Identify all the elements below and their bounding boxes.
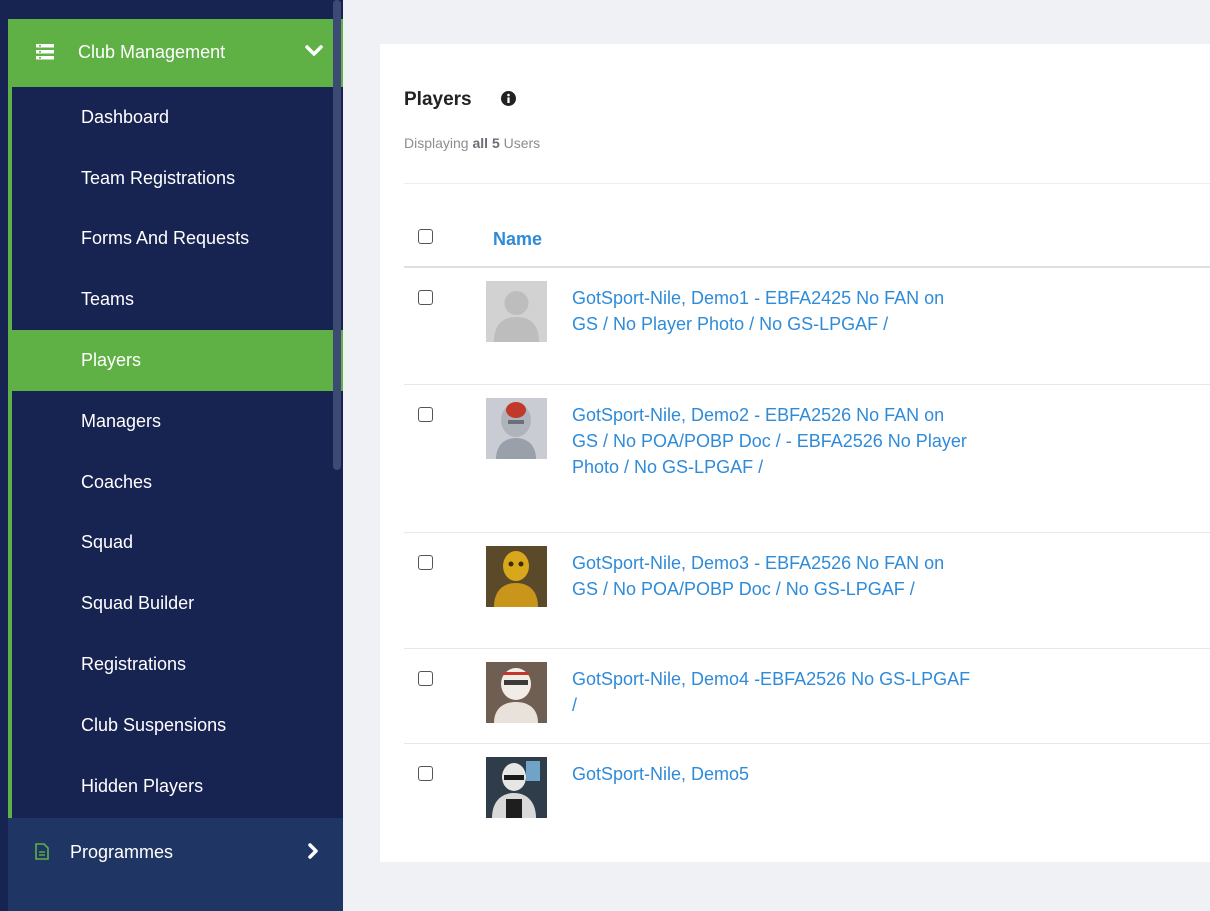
avatar — [486, 398, 547, 459]
sidebar-item-label: Squad Builder — [81, 593, 195, 614]
sidebar-item-label: Coaches — [81, 471, 153, 492]
players-card: Players Displaying all 5 Users Name GotS… — [380, 44, 1210, 862]
page-title: Players — [404, 89, 472, 110]
player-name-link[interactable]: GotSport-Nile, Demo2 - EBFA2526 No FAN o… — [572, 402, 972, 480]
sidebar: Club Management Dashboard Team Registrat… — [0, 0, 343, 911]
sidebar-item-registrations[interactable]: Registrations — [12, 634, 343, 695]
divider — [404, 183, 1210, 184]
sidebar-item-label: Teams — [81, 289, 135, 310]
list-icon — [36, 44, 54, 60]
displaying-suffix: Users — [499, 135, 541, 151]
displaying-count: Displaying all 5 Users — [404, 135, 540, 151]
table-row: GotSport-Nile, Demo3 - EBFA2526 No FAN o… — [404, 533, 1210, 649]
sidebar-item-label: Squad — [81, 532, 134, 553]
row-checkbox[interactable] — [418, 766, 433, 781]
sidebar-item-label: Team Registrations — [81, 167, 236, 188]
player-name-link[interactable]: GotSport-Nile, Demo3 - EBFA2526 No FAN o… — [572, 550, 972, 602]
displaying-prefix: Displaying — [404, 135, 473, 151]
sidebar-item-squad-builder[interactable]: Squad Builder — [12, 573, 343, 634]
table-row: GotSport-Nile, Demo5 — [404, 744, 1210, 842]
sidebar-item-club-suspensions[interactable]: Club Suspensions — [12, 695, 343, 756]
table-row: GotSport-Nile, Demo1 - EBFA2425 No FAN o… — [404, 268, 1210, 385]
programmes-label: Programmes — [70, 842, 174, 862]
row-checkbox[interactable] — [418, 407, 433, 422]
document-icon — [35, 843, 49, 860]
avatar — [486, 546, 547, 607]
table-row: GotSport-Nile, Demo4 -EBFA2526 No GS-LPG… — [404, 649, 1210, 744]
row-checkbox[interactable] — [418, 671, 433, 686]
sidebar-item-squad[interactable]: Squad — [12, 513, 343, 574]
avatar — [486, 281, 547, 342]
club-management-header[interactable]: Club Management — [8, 19, 343, 87]
sidebar-scrollbar[interactable] — [333, 0, 341, 470]
sidebar-item-label: Hidden Players — [81, 775, 204, 796]
sidebar-item-team-registrations[interactable]: Team Registrations — [12, 148, 343, 209]
sidebar-item-label: Players — [81, 350, 142, 371]
sidebar-item-teams[interactable]: Teams — [12, 269, 343, 330]
sidebar-item-coaches[interactable]: Coaches — [12, 452, 343, 513]
player-name-link[interactable]: GotSport-Nile, Demo4 -EBFA2526 No GS-LPG… — [572, 666, 972, 718]
sidebar-item-label: Forms And Requests — [81, 228, 250, 249]
player-name-link[interactable]: GotSport-Nile, Demo5 — [572, 761, 972, 787]
table-row: GotSport-Nile, Demo2 - EBFA2526 No FAN o… — [404, 385, 1210, 533]
sidebar-item-label: Club Suspensions — [81, 714, 227, 735]
sidebar-item-label: Managers — [81, 410, 162, 431]
sidebar-item-label: Registrations — [81, 654, 187, 675]
sidebar-item-players[interactable]: Players — [12, 330, 343, 391]
player-name-link[interactable]: GotSport-Nile, Demo1 - EBFA2425 No FAN o… — [572, 285, 972, 337]
sidebar-item-label: Dashboard — [81, 106, 170, 127]
sidebar-nav: Dashboard Team Registrations Forms And R… — [12, 87, 343, 817]
sidebar-item-programmes[interactable]: Programmes — [8, 818, 343, 911]
club-management-label: Club Management — [78, 42, 226, 62]
avatar — [486, 662, 547, 723]
select-all-checkbox[interactable] — [418, 229, 433, 244]
sidebar-item-dashboard[interactable]: Dashboard — [12, 87, 343, 148]
chevron-right-icon — [308, 843, 318, 859]
chevron-down-icon — [305, 45, 323, 56]
avatar — [486, 757, 547, 818]
name-column-header[interactable]: Name — [493, 229, 542, 250]
displaying-count-value: all 5 — [472, 135, 500, 151]
row-checkbox[interactable] — [418, 555, 433, 570]
info-icon[interactable] — [501, 91, 516, 106]
sidebar-item-managers[interactable]: Managers — [12, 391, 343, 452]
row-checkbox[interactable] — [418, 290, 433, 305]
sidebar-item-forms-and-requests[interactable]: Forms And Requests — [12, 209, 343, 270]
sidebar-item-hidden-players[interactable]: Hidden Players — [12, 756, 343, 817]
